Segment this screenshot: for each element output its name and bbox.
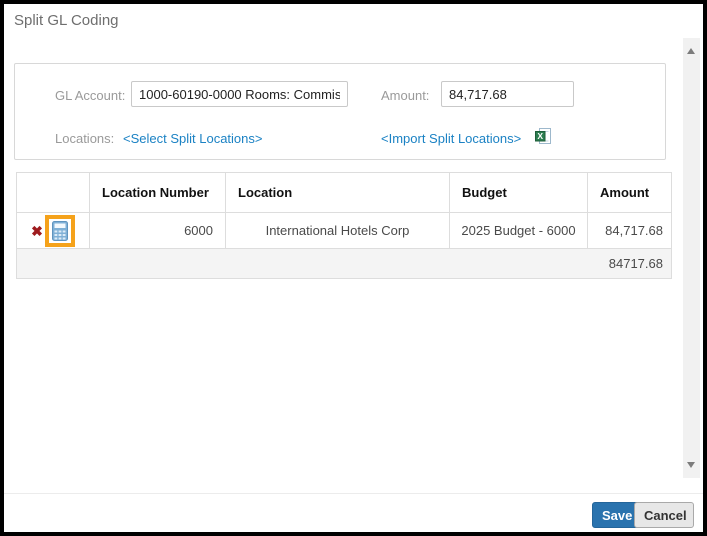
amount-label: Amount:	[381, 88, 429, 103]
split-locations-table: Location Number Location Budget Amount ✖	[16, 172, 672, 279]
locations-label: Locations:	[55, 131, 114, 146]
row-actions-cell: ✖	[17, 213, 90, 249]
table-row: ✖	[17, 213, 672, 249]
excel-icon[interactable]: X	[535, 128, 551, 149]
cancel-button[interactable]: Cancel	[634, 502, 694, 528]
gl-coding-form: GL Account: Amount: Locations: <Select S…	[14, 63, 666, 160]
svg-text:X: X	[537, 131, 543, 141]
amount-input[interactable]	[441, 81, 574, 107]
delete-row-icon[interactable]: ✖	[31, 224, 43, 238]
cell-location: International Hotels Corp	[226, 213, 450, 249]
split-gl-coding-dialog: Split GL Coding GL Account: Amount: Loca…	[0, 0, 707, 536]
import-split-locations-link[interactable]: <Import Split Locations>	[381, 131, 521, 146]
header-location-number: Location Number	[90, 173, 226, 213]
cell-amount: 84,717.68	[588, 213, 672, 249]
table-header-row: Location Number Location Budget Amount	[17, 173, 672, 213]
table-total-row: 84717.68	[17, 249, 672, 279]
gl-account-input[interactable]	[131, 81, 348, 107]
total-amount: 84717.68	[17, 249, 672, 279]
header-budget: Budget	[450, 173, 588, 213]
dialog-title: Split GL Coding	[14, 12, 119, 29]
header-amount: Amount	[588, 173, 672, 213]
dialog-scrollbar[interactable]	[683, 38, 700, 478]
calculator-icon	[52, 221, 68, 241]
select-split-locations-link[interactable]: <Select Split Locations>	[123, 131, 262, 146]
header-location: Location	[226, 173, 450, 213]
cell-location-number: 6000	[90, 213, 226, 249]
dialog-footer: Save Cancel	[4, 493, 703, 532]
scrollbar-up-arrow-icon[interactable]	[687, 48, 695, 54]
gl-account-label: GL Account:	[55, 88, 125, 103]
cell-budget: 2025 Budget - 6000	[450, 213, 588, 249]
header-icons	[17, 173, 90, 213]
calculator-highlight-box[interactable]	[45, 215, 75, 247]
scrollbar-down-arrow-icon[interactable]	[687, 462, 695, 468]
